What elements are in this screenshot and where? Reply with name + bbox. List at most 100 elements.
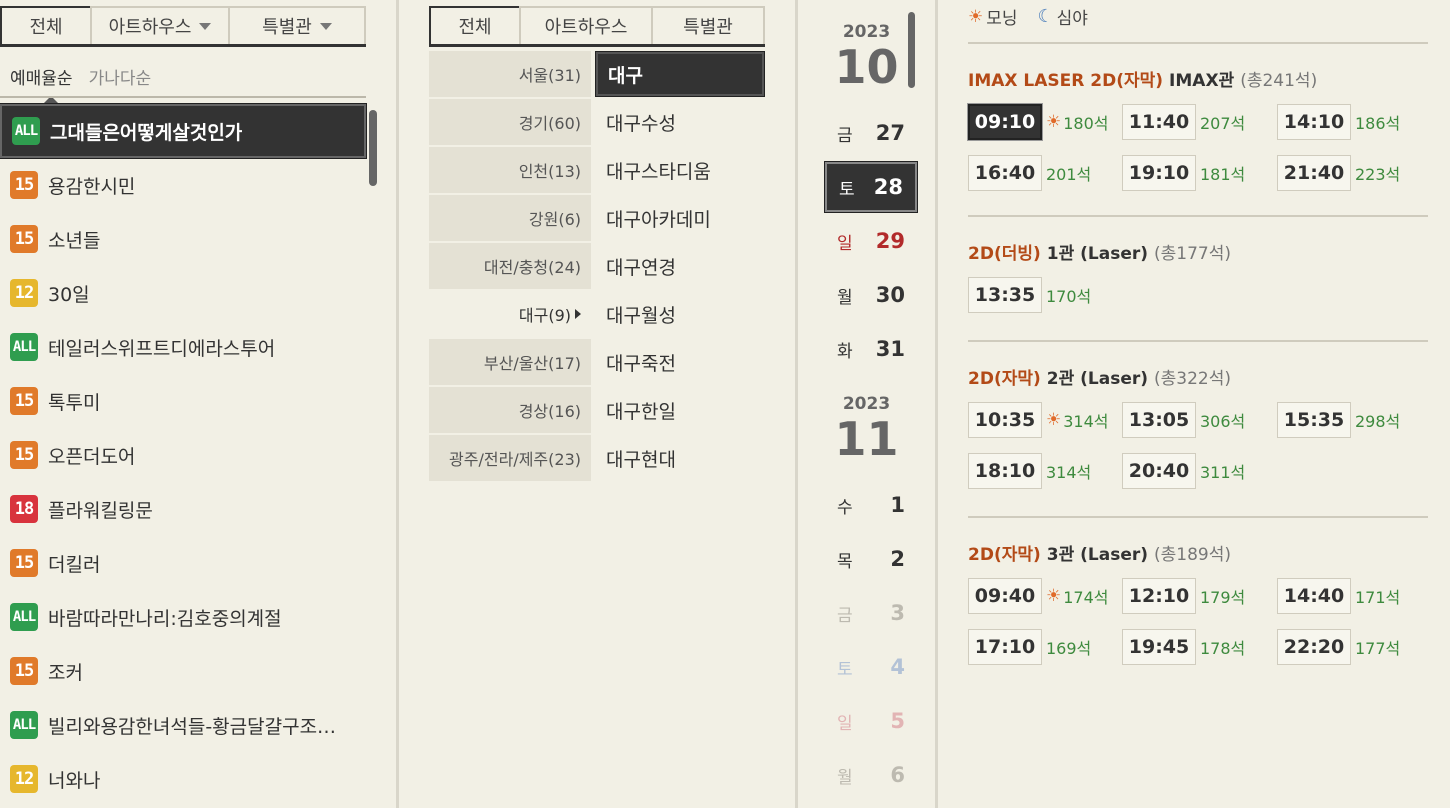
theater-tabs: 전체 아트하우스 특별관 xyxy=(429,6,765,47)
date-item[interactable]: 월6 xyxy=(825,750,917,800)
hall-name: 3관 (Laser) xyxy=(1046,545,1149,565)
showtime-button[interactable]: 09:40 xyxy=(968,578,1042,614)
movie-item[interactable]: 15 용감한시민 xyxy=(0,158,366,212)
day-of-week: 수 xyxy=(837,497,853,518)
date-item[interactable]: 화 31 xyxy=(825,324,917,374)
showtime-button[interactable]: 19:45 xyxy=(1122,629,1196,665)
showtime-button[interactable]: 16:40 xyxy=(968,155,1042,191)
region-item[interactable]: 대전/충청(24) xyxy=(429,243,591,289)
showtime-button[interactable]: 20:40 xyxy=(1122,453,1196,489)
hall-title: 2D(더빙) 1관 (Laser) (총177석) xyxy=(968,239,1231,264)
movie-item[interactable]: 12 너와나 xyxy=(0,752,366,806)
showtime-button[interactable]: 19:10 xyxy=(1122,155,1196,191)
date-item[interactable]: 수1 xyxy=(825,480,917,530)
day-of-week: 월 xyxy=(837,287,853,308)
showtime-button[interactable]: 12:10 xyxy=(1122,578,1196,614)
theater-item[interactable]: 대구스타디움 xyxy=(596,148,764,192)
day-of-week: 목 xyxy=(837,551,853,572)
region-item[interactable]: 경상(16) xyxy=(429,387,591,433)
movie-item[interactable]: ALL 그대들은어떻게살것인가 xyxy=(0,103,367,159)
date-item[interactable]: 일5 xyxy=(825,696,917,746)
region-label: 경기(60) xyxy=(518,114,581,133)
legend-label: 모닝 xyxy=(986,9,1018,29)
movie-title: 빌리와용감한녀석들-황금달걀구조… xyxy=(48,715,337,738)
calendar-year: 2023 xyxy=(842,394,891,414)
movie-item[interactable]: 15 조커 xyxy=(0,644,366,698)
theater-label: 대구수성 xyxy=(606,112,676,135)
remaining-seats: 223석 xyxy=(1355,161,1400,185)
region-item[interactable]: 부산/울산(17) xyxy=(429,339,591,385)
hall-total-seats: (총241석) xyxy=(1240,71,1318,91)
tab-special[interactable]: 특별관 xyxy=(228,6,366,44)
theater-item[interactable]: 대구한일 xyxy=(596,388,764,432)
showtime-button[interactable]: 14:40 xyxy=(1277,578,1351,614)
movie-item[interactable]: 18 플라워킬링문 xyxy=(0,482,366,536)
movie-item[interactable]: 15 더킬러 xyxy=(0,536,366,590)
showtime-button[interactable]: 21:40 xyxy=(1277,155,1351,191)
showtime-button[interactable]: 14:10 xyxy=(1277,104,1351,140)
date-item[interactable]: 토 28 xyxy=(824,161,918,213)
screen-format: 2D(더빙) xyxy=(968,244,1041,264)
region-item[interactable]: 서울(31) xyxy=(429,51,591,97)
region-item[interactable]: 대구(9) xyxy=(429,291,591,337)
movie-item[interactable]: 12 30일 xyxy=(0,266,366,320)
tab-all[interactable]: 전체 xyxy=(429,6,521,44)
region-item[interactable]: 인천(13) xyxy=(429,147,591,193)
day-of-week: 금 xyxy=(837,125,853,146)
showtime-button[interactable]: 13:35 xyxy=(968,277,1042,313)
date-item[interactable]: 금 27 xyxy=(825,108,917,158)
movie-title: 그대들은어떻게살것인가 xyxy=(50,121,243,144)
movie-item[interactable]: ALL 빌리와용감한녀석들-황금달걀구조… xyxy=(0,698,366,752)
date-item[interactable]: 금3 xyxy=(825,588,917,638)
date-item[interactable]: 월 30 xyxy=(825,270,917,320)
showtime-slot: 17:10 169석 xyxy=(968,628,1091,666)
hall-separator xyxy=(968,215,1428,217)
showtime-button[interactable]: 18:10 xyxy=(968,453,1042,489)
calendar-month: 11 xyxy=(834,412,899,466)
region-item[interactable]: 광주/전라/제주(23) xyxy=(429,435,591,481)
date-item[interactable]: 일 29 xyxy=(825,216,917,266)
theater-item[interactable]: 대구연경 xyxy=(596,244,764,288)
movie-item[interactable]: 15 소년들 xyxy=(0,212,366,266)
theater-item[interactable]: 대구수성 xyxy=(596,100,764,144)
sort-by-booking-rate[interactable]: 예매율순 xyxy=(10,64,73,103)
showtime-slot: 14:40 171석 xyxy=(1277,577,1400,615)
movie-item[interactable]: 15 오픈더도어 xyxy=(0,428,366,482)
seat-count: 177석 xyxy=(1355,639,1401,658)
showtime-button[interactable]: 11:40 xyxy=(1122,104,1196,140)
moon-icon: ☾ xyxy=(1037,6,1054,27)
region-item[interactable]: 경기(60) xyxy=(429,99,591,145)
theater-item[interactable]: 대구아카데미 xyxy=(596,196,764,240)
tab-arthouse[interactable]: 아트하우스 xyxy=(519,6,653,44)
showtime-button[interactable]: 15:35 xyxy=(1277,402,1351,438)
showtime-button[interactable]: 10:35 xyxy=(968,402,1042,438)
remaining-seats: 207석 xyxy=(1200,110,1245,134)
seat-count: 181석 xyxy=(1200,165,1246,184)
date-item[interactable]: 목2 xyxy=(825,534,917,584)
seat-count: 178석 xyxy=(1200,639,1246,658)
tab-special[interactable]: 특별관 xyxy=(651,6,765,44)
movie-item[interactable]: ALL 테일러스위프트디에라스투어 xyxy=(0,320,366,374)
remaining-seats: 314석 xyxy=(1046,459,1091,483)
day-of-week: 일 xyxy=(837,233,853,254)
region-item[interactable]: 강원(6) xyxy=(429,195,591,241)
seat-count: 170석 xyxy=(1046,287,1092,306)
showtime-button[interactable]: 09:10 xyxy=(967,103,1043,141)
theater-item[interactable]: 대구 xyxy=(595,51,765,97)
age-rating-badge: 15 xyxy=(10,387,38,415)
showtime-button[interactable]: 17:10 xyxy=(968,629,1042,665)
sort-by-name[interactable]: 가나다순 xyxy=(89,64,152,89)
date-list-scrollbar[interactable] xyxy=(908,12,915,88)
showtime-button[interactable]: 13:05 xyxy=(1122,402,1196,438)
theater-item[interactable]: 대구현대 xyxy=(596,436,764,480)
tab-all[interactable]: 전체 xyxy=(0,6,92,44)
seat-count: 223석 xyxy=(1355,165,1401,184)
movie-list-scrollbar[interactable] xyxy=(369,110,377,186)
tab-arthouse[interactable]: 아트하우스 xyxy=(90,6,230,44)
theater-item[interactable]: 대구월성 xyxy=(596,292,764,336)
movie-item[interactable]: 15 톡투미 xyxy=(0,374,366,428)
showtime-button[interactable]: 22:20 xyxy=(1277,629,1351,665)
date-item[interactable]: 토4 xyxy=(825,642,917,692)
movie-item[interactable]: ALL 바람따라만나리:김호중의계절 xyxy=(0,590,366,644)
theater-item[interactable]: 대구죽전 xyxy=(596,340,764,384)
